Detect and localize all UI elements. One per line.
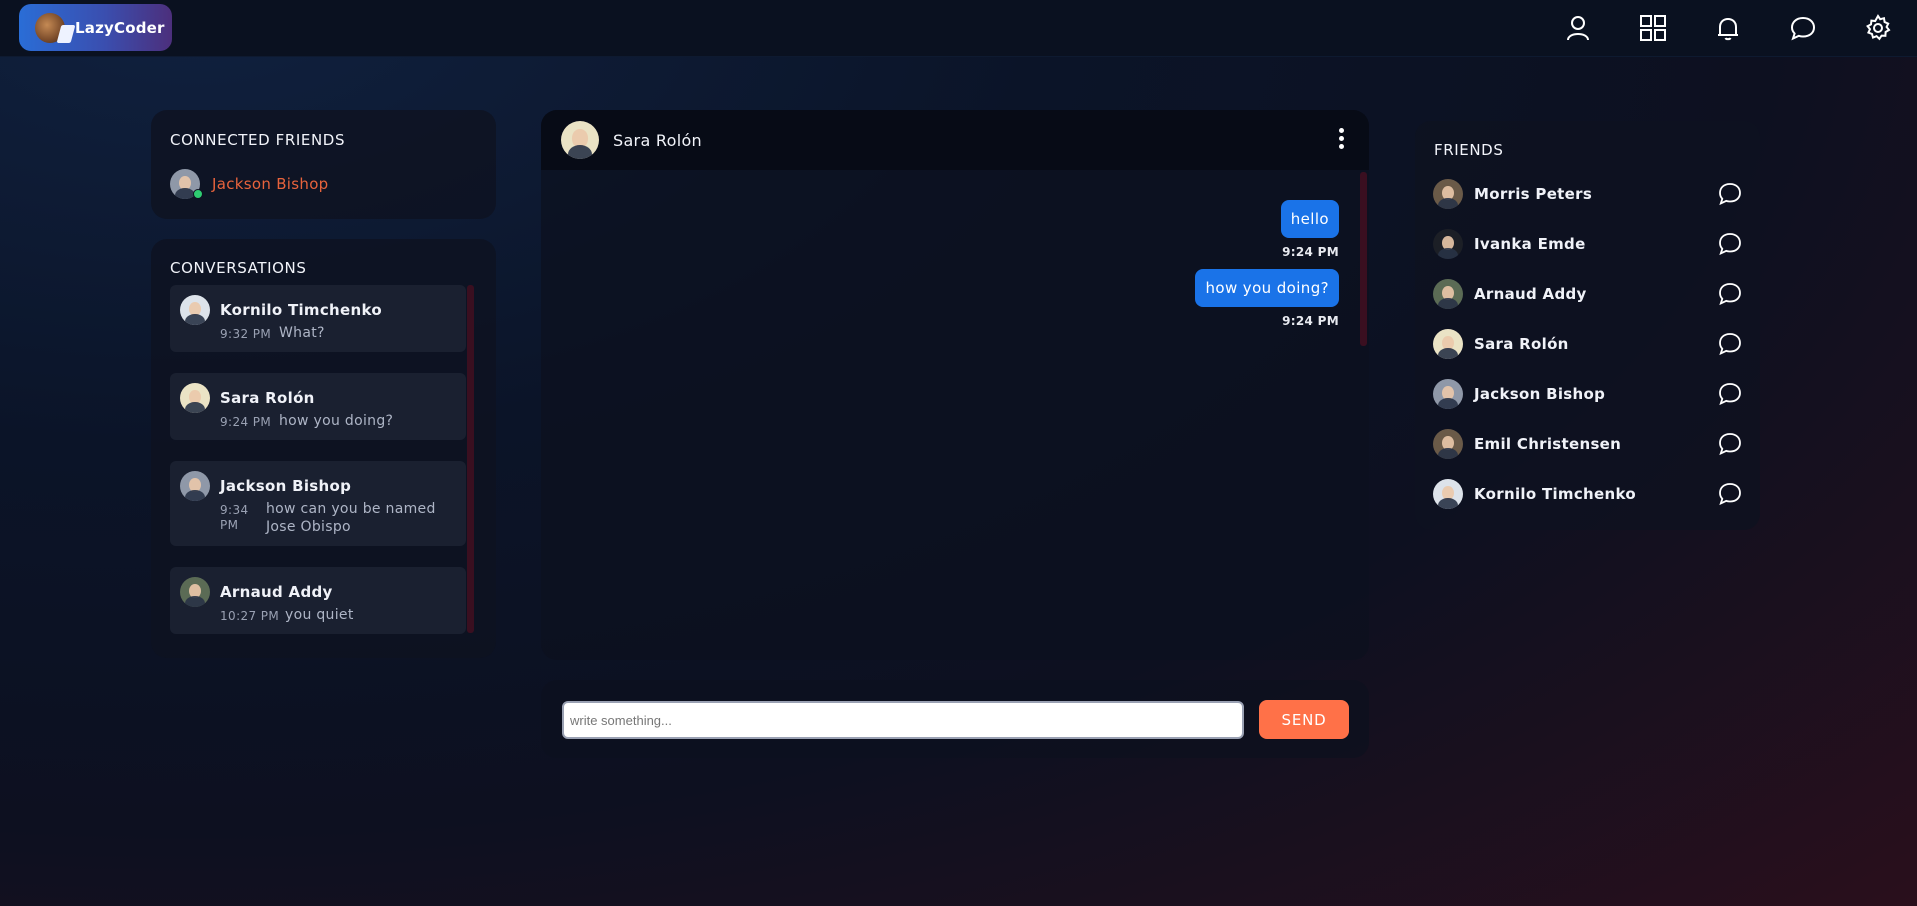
message-bubble: how you doing? [1195,269,1339,307]
friend-item[interactable]: Morris Peters [1433,177,1743,211]
sloth-logo-icon [35,12,65,43]
chat-icon[interactable] [1717,481,1743,507]
friend-item[interactable]: Emil Christensen [1433,427,1743,461]
chat-panel: Sara Rolón hello 9:24 PM how you doing? … [541,110,1369,660]
gear-icon[interactable] [1864,14,1892,42]
conversation-item[interactable]: Sara Rolón 9:24 PM how you doing? [170,373,466,440]
avatar [1433,329,1463,359]
friend-name: Arnaud Addy [1474,285,1587,303]
avatar [180,471,210,501]
chat-scrollbar[interactable] [1360,172,1367,346]
friend-name: Morris Peters [1474,185,1593,203]
connected-friend-name: Jackson Bishop [212,175,329,193]
friend-name: Ivanka Emde [1474,235,1586,253]
message-composer: SEND [541,680,1369,758]
user-icon[interactable] [1564,14,1592,42]
conversation-last-message: how can you be named [266,501,436,517]
avatar [1433,379,1463,409]
avatar [180,295,210,325]
conversation-last-message: Jose Obispo [266,519,351,535]
connected-friends-title: CONNECTED FRIENDS [170,131,346,149]
chat-contact-name: Sara Rolón [613,130,702,150]
conversation-last-message: how you doing? [279,413,394,429]
conversation-time: 9:24 PM [220,415,272,429]
message-bubble: hello [1280,200,1339,238]
conversation-time: 10:27 PM [220,609,280,623]
conversations-card: CONVERSATIONS Kornilo Timchenko 9:32 PM … [151,239,496,658]
connected-friends-card: CONNECTED FRIENDS Jackson Bishop [151,110,496,219]
conversation-scrollbar[interactable] [467,285,474,633]
conversation-last-message: What? [279,325,325,341]
avatar [1433,279,1463,309]
logo-text: LazyCoder [75,18,165,37]
more-options-icon[interactable] [1337,128,1345,152]
friend-name: Kornilo Timchenko [1474,485,1636,503]
online-status-indicator [193,189,203,199]
top-navbar: LazyCoder [0,0,1917,57]
contact-avatar [561,121,599,159]
chat-icon[interactable] [1717,231,1743,257]
conversation-name: Kornilo Timchenko [220,301,382,319]
friend-name: Sara Rolón [1474,335,1569,353]
friend-item[interactable]: Arnaud Addy [1433,277,1743,311]
friend-item[interactable]: Kornilo Timchenko [1433,477,1743,511]
grid-icon[interactable] [1639,14,1667,42]
conversation-time: 9:34 [220,503,249,517]
conversation-name: Jackson Bishop [220,477,352,495]
chat-icon[interactable] [1717,181,1743,207]
send-button[interactable]: SEND [1259,700,1349,739]
avatar [180,383,210,413]
friend-item[interactable]: Jackson Bishop [1433,377,1743,411]
friends-card: FRIENDS Morris Peters Ivanka Emde Arnaud… [1415,121,1760,530]
conversation-item[interactable]: Arnaud Addy 10:27 PM you quiet [170,567,466,634]
chat-icon[interactable] [1717,281,1743,307]
avatar [1433,479,1463,509]
avatar [180,577,210,607]
chat-icon[interactable] [1717,381,1743,407]
avatar [1433,179,1463,209]
conversation-name: Sara Rolón [220,389,315,407]
conversation-item[interactable]: Jackson Bishop 9:34 PM how can you be na… [170,461,466,546]
conversation-time: 9:32 PM [220,327,272,341]
conversation-time: PM [220,518,239,532]
conversation-item[interactable]: Kornilo Timchenko 9:32 PM What? [170,285,466,352]
conversation-name: Arnaud Addy [220,583,333,601]
message-time: 9:24 PM [1282,245,1339,259]
conversations-title: CONVERSATIONS [170,259,307,277]
friend-item[interactable]: Ivanka Emde [1433,227,1743,261]
friend-item[interactable]: Sara Rolón [1433,327,1743,361]
avatar [1433,429,1463,459]
chat-icon[interactable] [1789,14,1817,42]
chat-icon[interactable] [1717,331,1743,357]
conversation-last-message: you quiet [285,607,354,623]
friend-name: Jackson Bishop [1474,385,1606,403]
connected-friend-item[interactable]: Jackson Bishop [170,169,329,199]
chat-icon[interactable] [1717,431,1743,457]
app-logo[interactable]: LazyCoder [19,4,172,51]
friend-name: Emil Christensen [1474,435,1622,453]
message-time: 9:24 PM [1282,314,1339,328]
bell-icon[interactable] [1714,14,1742,42]
avatar [1433,229,1463,259]
message-input[interactable] [562,701,1244,739]
chat-header: Sara Rolón [541,110,1369,170]
friends-title: FRIENDS [1434,141,1504,159]
